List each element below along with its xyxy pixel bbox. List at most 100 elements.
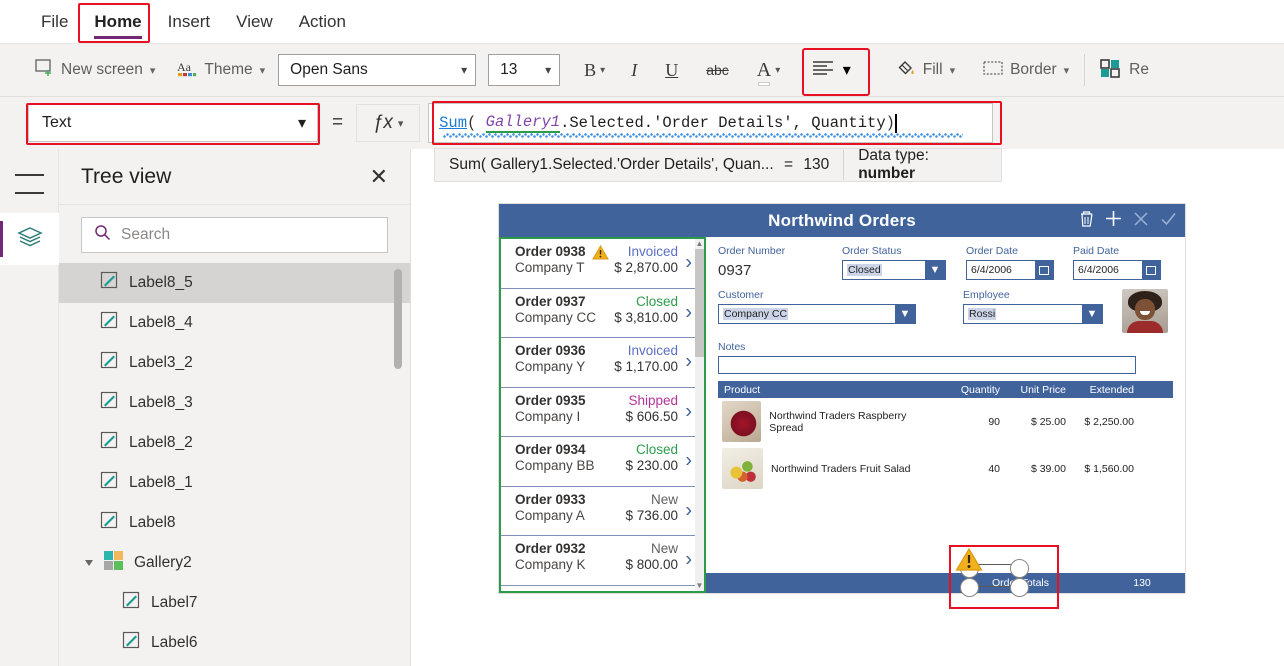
chevron-right-icon[interactable]: ›: [685, 252, 692, 275]
align-button[interactable]: ▾: [802, 48, 871, 96]
menu-item-home[interactable]: Home: [81, 8, 154, 39]
menu-item-action[interactable]: Action: [286, 8, 359, 36]
tree-item-label8[interactable]: Label8: [59, 503, 410, 543]
label-icon: [122, 591, 141, 615]
order-number: Order 0934: [515, 442, 586, 457]
plus-icon[interactable]: [1105, 210, 1122, 231]
chevron-right-icon[interactable]: ›: [685, 351, 692, 374]
trash-icon[interactable]: [1079, 210, 1094, 231]
close-icon[interactable]: ✕: [370, 165, 388, 188]
chevron-right-icon[interactable]: ›: [685, 301, 692, 324]
product-row[interactable]: Northwind Traders Raspberry Spread 90 $ …: [718, 398, 1173, 445]
tree-item-label7[interactable]: Label7: [59, 583, 410, 623]
product-row[interactable]: Northwind Traders Fruit Salad 40 $ 39.00…: [718, 445, 1173, 492]
gallery-item[interactable]: Order 0934 Closed Company BB $ 230.00 ›: [501, 437, 704, 487]
tree-item-gallery2[interactable]: Gallery2: [59, 543, 410, 583]
tree-item-label8_2[interactable]: Label8_2: [59, 423, 410, 463]
cancel-icon[interactable]: [1133, 211, 1149, 231]
fx-button[interactable]: ƒx ▾: [356, 104, 421, 142]
gallery-item[interactable]: Order 0936 Invoiced Company Y $ 1,170.00…: [501, 338, 704, 388]
tree-item-label: Label6: [151, 634, 198, 651]
italic-button[interactable]: I: [623, 54, 645, 87]
formula-input[interactable]: Sum( Gallery1 .Selected.'Order Details', …: [428, 103, 994, 143]
gallery-item[interactable]: Order 0937 Closed Company CC $ 3,810.00 …: [501, 288, 704, 338]
gallery-scrollbar-thumb[interactable]: [695, 249, 704, 357]
chevron-down-icon[interactable]: ▼: [925, 261, 945, 279]
label-icon: [100, 351, 119, 375]
scroll-down-icon[interactable]: ▼: [695, 581, 704, 591]
new-screen-button[interactable]: New screen ▾: [28, 52, 162, 88]
property-select[interactable]: Text ▾: [28, 104, 318, 142]
order-status: Closed: [635, 442, 678, 457]
fill-button[interactable]: Fill ▾: [889, 52, 962, 89]
chevron-right-icon[interactable]: ›: [685, 549, 692, 572]
tree-item-label: Label3_2: [129, 354, 193, 371]
label-icon: [100, 311, 119, 335]
tree-view-rail-button[interactable]: [0, 213, 59, 265]
formula-token-control: Gallery1: [485, 113, 561, 133]
new-screen-label: New screen: [61, 61, 143, 78]
chevron-right-icon[interactable]: ›: [685, 450, 692, 473]
order-date-input[interactable]: 6/4/2006: [966, 260, 1054, 280]
chevron-right-icon[interactable]: ›: [685, 400, 692, 423]
employee-dropdown[interactable]: Rossi ▼: [963, 304, 1103, 324]
gallery-item[interactable]: Order 0935 Shipped Company I $ 606.50 ›: [501, 387, 704, 437]
calendar-icon[interactable]: [1142, 261, 1160, 279]
order-status-dropdown[interactable]: Closed ▼: [842, 260, 946, 280]
calendar-icon[interactable]: [1035, 261, 1053, 279]
company-name: Company Y: [515, 359, 586, 374]
gallery-scrollbar-track[interactable]: ▲ ▼: [695, 239, 704, 591]
field-label: Employee: [963, 289, 1010, 301]
notes-input[interactable]: [718, 356, 1136, 374]
new-screen-icon: [35, 58, 54, 82]
scroll-up-icon[interactable]: ▲: [695, 239, 704, 249]
chevron-down-icon[interactable]: ▼: [895, 305, 915, 323]
menu-label: Insert: [167, 11, 211, 31]
chevron-down-icon: ▾: [1063, 64, 1070, 77]
font-color-button[interactable]: A ▾: [749, 53, 788, 88]
order-amount: $ 800.00: [625, 557, 678, 572]
border-button[interactable]: Border ▾: [976, 54, 1076, 87]
underline-button[interactable]: U: [657, 54, 686, 87]
tree-item-label3_2[interactable]: Label3_2: [59, 343, 410, 383]
paid-date-input[interactable]: 6/4/2006: [1073, 260, 1161, 280]
tree-item-label8_4[interactable]: Label8_4: [59, 303, 410, 343]
strikethrough-button[interactable]: abc: [698, 56, 737, 84]
menu-item-file[interactable]: File: [28, 8, 81, 36]
tree-item-label8_3[interactable]: Label8_3: [59, 383, 410, 423]
gallery-item[interactable]: Order 0938 Invoiced Company T $ 2,870.00: [501, 239, 704, 289]
product-quantity: 40: [988, 462, 1000, 475]
paid-date-value: 6/4/2006: [1078, 264, 1119, 276]
order-number: Order 0937: [515, 293, 586, 309]
tree-item-label8_1[interactable]: Label8_1: [59, 463, 410, 503]
orders-gallery[interactable]: Order 0938 Invoiced Company T $ 2,870.00: [499, 237, 706, 593]
bold-button[interactable]: B ▾: [576, 54, 613, 87]
order-number: Order 0938: [515, 244, 586, 259]
expand-triangle-icon[interactable]: [85, 560, 93, 566]
chevron-down-icon[interactable]: ▼: [1082, 305, 1102, 323]
font-family-value: Open Sans: [290, 61, 368, 78]
font-family-select[interactable]: Open Sans ▾: [278, 54, 477, 86]
reorder-button[interactable]: Re: [1093, 52, 1156, 89]
theme-button[interactable]: Aa Theme ▾: [170, 53, 272, 88]
field-order-status: Order Status Closed ▼: [842, 245, 966, 280]
gallery-item[interactable]: Order 0933 New Company A $ 736.00 ›: [501, 486, 704, 536]
menu-item-view[interactable]: View: [223, 8, 286, 36]
gallery-item[interactable]: Order 0932 New Company K $ 800.00 ›: [501, 536, 704, 586]
tree-scrollbar-track[interactable]: [394, 263, 406, 655]
theme-label: Theme: [204, 61, 253, 78]
hamburger-menu-icon[interactable]: [15, 174, 44, 194]
tree-item-label6[interactable]: Label6: [59, 623, 410, 655]
menu-item-insert[interactable]: Insert: [155, 8, 224, 36]
product-cell: Northwind Traders Fruit Salad: [718, 448, 936, 489]
chevron-down-icon: ▾: [775, 64, 781, 76]
tree-scrollbar-thumb[interactable]: [394, 269, 402, 369]
font-size-select[interactable]: 13 ▾: [488, 54, 561, 86]
font-color-icon: A: [757, 59, 771, 86]
customer-dropdown[interactable]: Company CC ▼: [718, 304, 916, 324]
column-header-extended: Extended: [1089, 383, 1134, 396]
check-icon[interactable]: [1160, 211, 1177, 231]
tree-item-label8_5[interactable]: Label8_5: [59, 263, 410, 303]
search-input[interactable]: Search: [81, 217, 388, 253]
chevron-right-icon[interactable]: ›: [685, 499, 692, 522]
